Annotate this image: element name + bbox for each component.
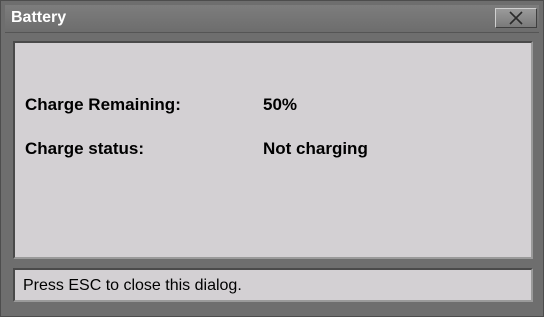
battery-dialog: Battery Charge Remaining: 50% Charge sta… (0, 0, 544, 317)
charge-remaining-label: Charge Remaining: (25, 95, 181, 114)
close-icon (509, 11, 523, 25)
dialog-title: Battery (11, 9, 67, 26)
status-bar: Press ESC to close this dialog. (13, 268, 533, 302)
close-button[interactable] (495, 8, 537, 28)
status-bar-text: Press ESC to close this dialog. (23, 277, 242, 294)
charge-status-value: Not charging (263, 139, 368, 158)
battery-info-panel: Charge Remaining: 50% Charge status: Not… (13, 41, 533, 259)
title-bar: Battery (5, 5, 539, 33)
charge-remaining-value: 50% (263, 95, 298, 114)
charge-status-label: Charge status: (25, 139, 145, 158)
